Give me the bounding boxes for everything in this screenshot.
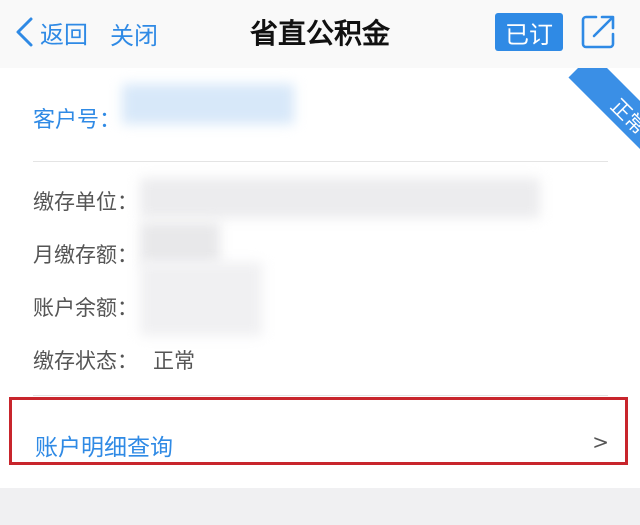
status-ribbon: 正常 (540, 68, 640, 168)
field-label-balance: 账户余额： (33, 296, 138, 320)
close-button[interactable]: 关闭 (110, 16, 158, 51)
divider (33, 395, 608, 396)
navigation-bar: 返回 关闭 省直公积金 已订 (0, 0, 640, 69)
divider (33, 161, 608, 162)
account-detail-label: 账户明细查询 (35, 435, 173, 461)
subscribed-button[interactable]: 已订 (495, 13, 563, 51)
status-ribbon-label: 正常 (606, 93, 640, 139)
back-button[interactable]: 返回 (14, 12, 88, 52)
status-value: 正常 (153, 349, 195, 373)
redacted-unit-value (140, 178, 540, 218)
field-label-unit: 缴存单位： (33, 190, 138, 214)
share-icon[interactable] (580, 12, 616, 50)
chevron-right-icon: > (592, 430, 609, 454)
redacted-balance-value (140, 262, 262, 336)
field-label-monthly: 月缴存额： (33, 243, 138, 267)
field-label-status: 缴存状态： (33, 349, 138, 373)
redacted-customer-number (122, 84, 294, 124)
redacted-monthly-value (140, 222, 220, 264)
back-label: 返回 (40, 20, 88, 49)
account-detail-link[interactable]: 账户明细查询 > (9, 397, 628, 465)
customer-number-label: 客户号： (33, 108, 122, 133)
back-chevron-icon (16, 17, 33, 47)
footer-area (0, 488, 640, 525)
